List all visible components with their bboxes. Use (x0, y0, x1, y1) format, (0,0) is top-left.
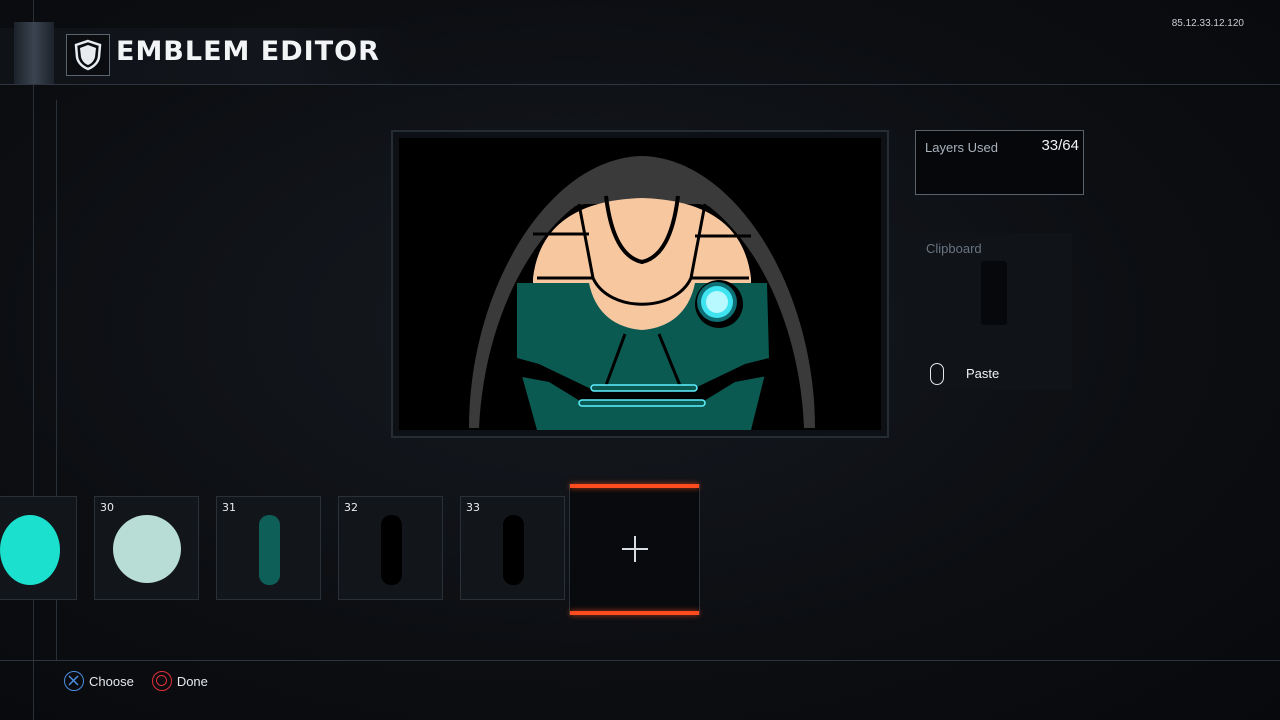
layers-used-panel: Layers Used 33/64 (915, 130, 1084, 195)
cross-button-icon (64, 671, 84, 691)
layer-number: 30 (100, 501, 114, 514)
clipboard-panel[interactable]: Clipboard Paste (917, 233, 1072, 390)
version-label: 85.12.33.12.120 (1171, 18, 1244, 29)
clipboard-preview (981, 261, 1007, 325)
choose-label: Choose (89, 673, 134, 689)
header-divider (0, 84, 1280, 85)
glow-bar (578, 399, 706, 407)
layer-shape-capsule (381, 515, 402, 585)
choose-prompt[interactable]: Choose (64, 671, 134, 691)
footer-prompts: Choose Done (64, 671, 226, 691)
emblem-artwork (469, 156, 815, 430)
eye-core (706, 291, 728, 313)
layer-tile[interactable] (0, 496, 77, 600)
done-prompt[interactable]: Done (151, 671, 208, 691)
layer-number: 31 (222, 501, 236, 514)
add-layer-button[interactable] (569, 484, 700, 615)
glow-bar (590, 384, 698, 392)
emblem-canvas[interactable] (399, 138, 881, 430)
layers-used-label: Layers Used (925, 140, 998, 155)
header-accent-bar (14, 22, 54, 84)
layer-tray: 30 31 32 33 (0, 484, 1280, 616)
layer-shape-capsule (503, 515, 524, 585)
header-emblem (66, 34, 110, 76)
layers-used-value: 33/64 (1041, 137, 1079, 154)
layer-number: 32 (344, 501, 358, 514)
layer-shape-circle (113, 515, 181, 583)
paste-label: Paste (966, 366, 1000, 381)
emblem-canvas-frame (391, 130, 889, 438)
layer-shape-capsule (259, 515, 280, 585)
layer-tile[interactable]: 33 (460, 496, 565, 600)
layer-tile[interactable]: 32 (338, 496, 443, 600)
circle-button-icon (151, 671, 172, 691)
done-label: Done (176, 673, 208, 689)
clipboard-label: Clipboard (926, 241, 982, 256)
footer-divider (0, 660, 1280, 661)
shield-icon (74, 39, 102, 71)
layer-tile[interactable]: 30 (94, 496, 199, 600)
layer-tile[interactable]: 31 (216, 496, 321, 600)
layer-number: 33 (466, 501, 480, 514)
plus-icon (634, 536, 636, 562)
layer-shape-circle (0, 515, 60, 585)
page-title: EMBLEM EDITOR (116, 36, 380, 67)
touchpad-icon (930, 363, 944, 385)
